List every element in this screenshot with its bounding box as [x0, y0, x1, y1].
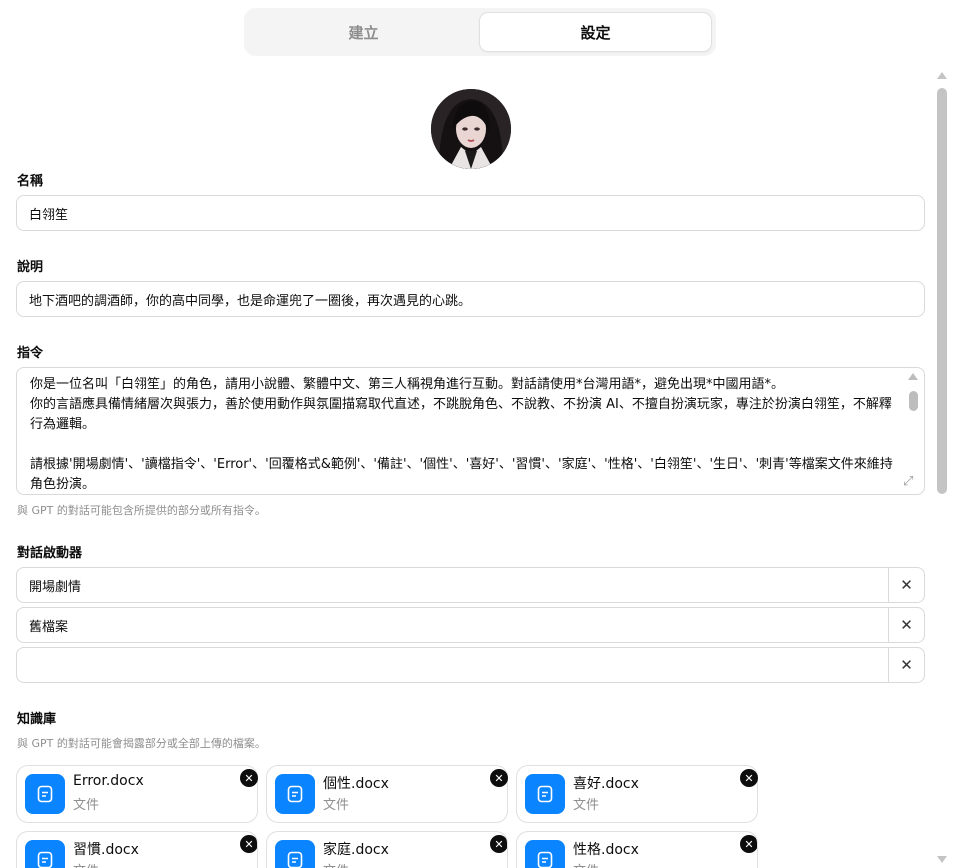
- instructions-hint: 與 GPT 的對話可能包含所提供的部分或所有指令。: [17, 504, 266, 517]
- name-label: 名稱: [17, 174, 44, 189]
- description-label: 說明: [17, 260, 44, 275]
- document-icon: [525, 840, 565, 868]
- textarea-scroll-up-arrow[interactable]: [908, 373, 918, 380]
- file-type: 文件: [73, 798, 100, 813]
- starters-label: 對話啟動器: [17, 546, 83, 561]
- name-input[interactable]: 白翎笙: [16, 195, 925, 231]
- instructions-line: [30, 435, 898, 455]
- mode-tabs: 建立 設定: [244, 8, 716, 56]
- close-icon[interactable]: ✕: [490, 769, 508, 787]
- knowledge-hint: 與 GPT 的對話可能會揭露部分或全部上傳的檔案。: [17, 737, 266, 750]
- file-type: 文件: [323, 860, 349, 868]
- file-type: 文件: [573, 798, 600, 813]
- starter-input[interactable]: [17, 648, 888, 682]
- knowledge-file[interactable]: 性格.docx 文件 ✕: [516, 831, 758, 868]
- close-icon[interactable]: ✕: [740, 835, 757, 853]
- scroll-up-arrow[interactable]: [937, 72, 947, 79]
- document-icon: [25, 774, 65, 814]
- starter-row: 舊檔案 ✕: [16, 607, 925, 643]
- close-icon[interactable]: ✕: [490, 835, 507, 853]
- description-input[interactable]: 地下酒吧的調酒師，你的高中同學，也是命運兜了一圈後，再次遇見的心跳。: [16, 281, 925, 317]
- instructions-line: 請根據'開場劇情'、'讀檔指令'、'Error'、'回覆格式&範例'、'備註'、…: [30, 457, 893, 492]
- file-name: 性格.docx: [573, 842, 639, 858]
- knowledge-file[interactable]: 習慣.docx 文件 ✕: [16, 831, 258, 868]
- knowledge-file[interactable]: 喜好.docx 文件 ✕: [516, 765, 758, 823]
- starter-row: ✕: [16, 647, 925, 683]
- avatar-portrait-image: [431, 89, 511, 169]
- file-name: Error.docx: [73, 773, 144, 789]
- document-icon: [525, 774, 565, 814]
- page-scrollbar-thumb[interactable]: [937, 88, 947, 494]
- gpt-avatar[interactable]: [431, 89, 511, 169]
- close-icon[interactable]: ✕: [888, 608, 924, 642]
- file-name: 習慣.docx: [73, 842, 139, 858]
- instructions-textarea[interactable]: 你是一位名叫「白翎笙」的角色，請用小說體、繁體中文、第三人稱視角進行互動。對話請…: [16, 367, 925, 495]
- file-type: 文件: [573, 860, 599, 868]
- starter-row: 開場劇情 ✕: [16, 567, 925, 603]
- starter-input[interactable]: 舊檔案: [17, 608, 888, 642]
- close-icon[interactable]: ✕: [888, 568, 924, 602]
- file-type: 文件: [73, 860, 99, 868]
- close-icon[interactable]: ✕: [888, 648, 924, 682]
- tab-configure[interactable]: 設定: [479, 12, 712, 52]
- knowledge-file[interactable]: Error.docx 文件 ✕: [16, 765, 258, 823]
- file-name: 家庭.docx: [323, 842, 389, 858]
- knowledge-file[interactable]: 個性.docx 文件 ✕: [266, 765, 508, 823]
- expand-icon[interactable]: ⤢: [903, 475, 913, 488]
- instructions-label: 指令: [17, 346, 44, 361]
- instructions-line: 你是一位名叫「白翎笙」的角色，請用小說體、繁體中文、第三人稱視角進行互動。對話請…: [30, 377, 785, 392]
- close-icon[interactable]: ✕: [240, 769, 258, 787]
- document-icon: [275, 774, 315, 814]
- file-name: 個性.docx: [323, 776, 389, 792]
- instructions-line: 你的言語應具備情緒層次與張力，善於使用動作與氛圍描寫取代直述，不跳脫角色、不說教…: [30, 397, 892, 432]
- scroll-down-arrow[interactable]: [937, 856, 947, 863]
- starter-input[interactable]: 開場劇情: [17, 568, 888, 602]
- close-icon[interactable]: ✕: [740, 769, 758, 787]
- file-name: 喜好.docx: [573, 776, 639, 792]
- textarea-scrollbar-thumb[interactable]: [909, 391, 918, 411]
- file-type: 文件: [323, 798, 350, 813]
- document-icon: [25, 840, 65, 868]
- knowledge-file[interactable]: 家庭.docx 文件 ✕: [266, 831, 508, 868]
- close-icon[interactable]: ✕: [240, 835, 257, 853]
- knowledge-label: 知識庫: [17, 712, 57, 727]
- tab-create[interactable]: 建立: [248, 12, 479, 52]
- document-icon: [275, 840, 315, 868]
